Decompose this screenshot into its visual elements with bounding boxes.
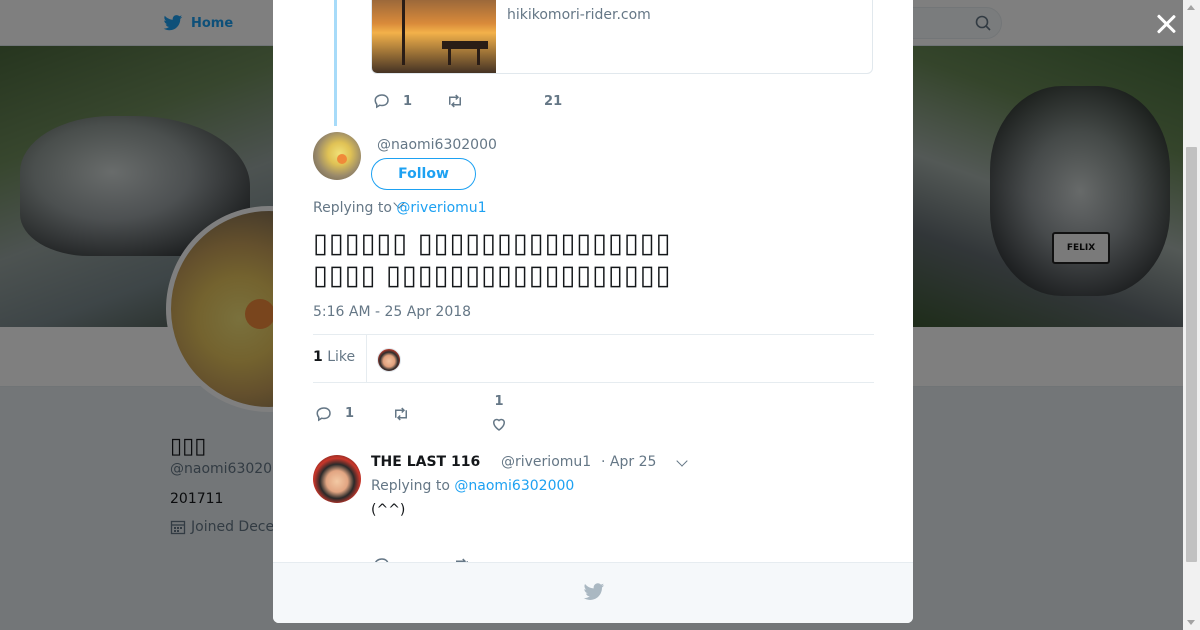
like-count: 21 bbox=[544, 93, 563, 109]
thread-connector bbox=[334, 0, 337, 126]
heart-icon bbox=[493, 418, 506, 431]
reply-author-avatar[interactable] bbox=[313, 455, 361, 503]
likes-count[interactable]: 1 Like bbox=[313, 349, 355, 365]
reply-author-handle[interactable]: @riveriomu1 bbox=[501, 454, 591, 470]
link-card-domain: hikikomori-rider.com bbox=[507, 7, 651, 23]
link-card[interactable]: hikikomori-rider.com bbox=[371, 0, 873, 74]
reply-date[interactable]: · Apr 25 bbox=[601, 454, 656, 470]
reply-text: (^^) bbox=[371, 502, 406, 518]
like-count: 1 bbox=[494, 394, 504, 409]
tweet-text-line: ▯▯▯▯▯▯ ▯▯▯▯▯▯▯▯▯▯▯▯▯▯▯▯ bbox=[313, 228, 672, 259]
likes-total: 1 bbox=[313, 349, 323, 365]
tweet-header: @naomi6302000 Follow bbox=[313, 131, 873, 209]
retweet-icon bbox=[449, 94, 462, 108]
gazebo-posts bbox=[448, 47, 480, 65]
tweet-stats: 1 Like bbox=[313, 334, 874, 383]
tweet-text-line: ▯▯▯▯ ▯▯▯▯▯▯▯▯▯▯▯▯▯▯▯▯▯▯ bbox=[313, 260, 672, 291]
reply-replying-link[interactable]: @naomi6302000 bbox=[454, 478, 574, 494]
retweet-action[interactable] bbox=[446, 92, 464, 110]
parent-tweet-actions: 1 21 bbox=[373, 92, 562, 110]
tweet-author-avatar[interactable] bbox=[313, 132, 361, 180]
retweet-icon bbox=[395, 406, 408, 421]
replying-to-prefix: Replying to bbox=[313, 200, 392, 216]
scroll-up-arrow-icon[interactable] bbox=[1187, 5, 1195, 10]
twitter-bird-icon bbox=[583, 583, 605, 600]
scrollbar-thumb[interactable] bbox=[1186, 147, 1197, 562]
replying-to-line: Replying to @riveriomu1 bbox=[313, 200, 487, 216]
reply-replying-prefix: Replying to bbox=[371, 478, 450, 494]
tweet-author-handle[interactable]: @naomi6302000 bbox=[377, 137, 497, 153]
reply-count: 1 bbox=[345, 406, 355, 421]
reply-icon bbox=[316, 406, 331, 421]
reply-action[interactable]: 1 bbox=[315, 405, 354, 423]
liker-avatar[interactable] bbox=[377, 348, 401, 372]
reply-menu-chevron-down-icon[interactable] bbox=[676, 455, 688, 467]
reply-replying-to: Replying to @naomi6302000 bbox=[371, 478, 574, 494]
link-card-thumbnail bbox=[372, 0, 496, 73]
modal-footer bbox=[273, 562, 913, 623]
scroll-down-arrow-icon[interactable] bbox=[1187, 620, 1195, 625]
reply-author-name[interactable]: THE LAST 116 bbox=[371, 454, 480, 470]
tweet-actions: 1 1 bbox=[315, 394, 508, 433]
follow-button[interactable]: Follow bbox=[371, 158, 476, 190]
like-action[interactable]: 1 bbox=[490, 394, 508, 433]
stats-divider bbox=[366, 335, 367, 383]
reply-icon bbox=[374, 94, 389, 109]
close-modal-button[interactable] bbox=[1154, 12, 1178, 36]
reply-action[interactable]: 1 bbox=[373, 92, 412, 110]
palm-tree-silhouette bbox=[402, 0, 405, 65]
tweet-text: ▯▯▯▯▯▯ ▯▯▯▯▯▯▯▯▯▯▯▯▯▯▯▯ ▯▯▯▯ ▯▯▯▯▯▯▯▯▯▯▯… bbox=[313, 228, 853, 292]
replying-to-link[interactable]: @riveriomu1 bbox=[396, 200, 486, 216]
page-scrollbar[interactable] bbox=[1183, 0, 1200, 630]
tweet-permalink-modal: hikikomori-rider.com 1 21 @naomi6302000 … bbox=[273, 0, 913, 623]
likes-word: Like bbox=[327, 349, 356, 365]
avatar-cheek bbox=[337, 154, 347, 164]
tweet-timestamp[interactable]: 5:16 AM - 25 Apr 2018 bbox=[313, 304, 471, 320]
reply-count: 1 bbox=[403, 93, 413, 109]
retweet-action[interactable] bbox=[392, 405, 410, 423]
like-action[interactable]: 21 bbox=[544, 94, 562, 109]
